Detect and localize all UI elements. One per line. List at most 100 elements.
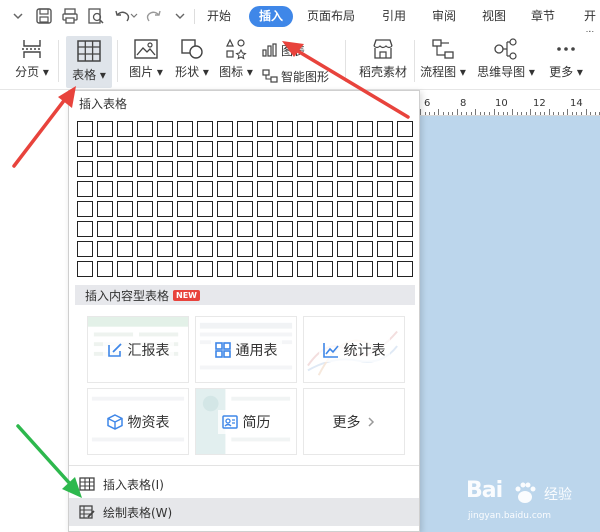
grid-cell[interactable] [337,161,353,177]
grid-cell[interactable] [157,141,173,157]
page-break-button[interactable]: 分页 ▾ [12,38,52,86]
grid-cell[interactable] [397,241,413,257]
grid-cell[interactable] [157,161,173,177]
tab-view[interactable]: 视图 [482,6,506,27]
grid-cell[interactable] [97,181,113,197]
grid-cell[interactable] [97,261,113,277]
grid-cell[interactable] [117,241,133,257]
grid-cell[interactable] [277,141,293,157]
horizontal-ruler[interactable]: 6 8 10 12 14 [420,96,600,116]
grid-cell[interactable] [177,141,193,157]
grid-cell[interactable] [397,261,413,277]
grid-cell[interactable] [217,261,233,277]
chart-button[interactable]: 图表 [262,40,305,60]
tab-review[interactable]: 审阅 [432,6,456,27]
grid-cell[interactable] [237,161,253,177]
grid-cell[interactable] [237,261,253,277]
grid-cell[interactable] [377,161,393,177]
grid-cell[interactable] [137,241,153,257]
grid-cell[interactable] [357,261,373,277]
grid-cell[interactable] [237,141,253,157]
grid-cell[interactable] [397,141,413,157]
grid-cell[interactable] [197,161,213,177]
grid-cell[interactable] [157,241,173,257]
grid-cell[interactable] [357,241,373,257]
tab-chapter[interactable]: 章节 [531,6,555,27]
grid-cell[interactable] [137,201,153,217]
grid-cell[interactable] [277,261,293,277]
grid-cell[interactable] [297,201,313,217]
grid-cell[interactable] [317,241,333,257]
grid-cell[interactable] [177,161,193,177]
grid-cell[interactable] [217,181,233,197]
insert-table-menu-item[interactable]: 插入表格(I) [69,470,419,498]
grid-cell[interactable] [217,221,233,237]
grid-cell[interactable] [337,121,353,137]
grid-cell[interactable] [117,161,133,177]
grid-cell[interactable] [77,261,93,277]
grid-cell[interactable] [337,141,353,157]
grid-cell[interactable] [197,121,213,137]
grid-cell[interactable] [357,141,373,157]
grid-cell[interactable] [217,201,233,217]
grid-cell[interactable] [117,201,133,217]
grid-cell[interactable] [137,181,153,197]
grid-cell[interactable] [217,241,233,257]
grid-cell[interactable] [217,141,233,157]
grid-cell[interactable] [77,241,93,257]
grid-cell[interactable] [337,261,353,277]
table-button[interactable]: 表格 ▾ [66,36,112,88]
template-more-button[interactable]: 更多 [303,388,405,455]
grid-cell[interactable] [177,201,193,217]
grid-cell[interactable] [337,241,353,257]
grid-cell[interactable] [117,181,133,197]
grid-cell[interactable] [97,241,113,257]
grid-cell[interactable] [257,181,273,197]
grid-cell[interactable] [317,261,333,277]
tab-references[interactable]: 引用 [382,6,406,27]
grid-cell[interactable] [77,221,93,237]
table-size-grid[interactable] [77,121,413,277]
draw-table-menu-item[interactable]: 绘制表格(W) [69,498,419,526]
template-report[interactable]: 汇报表 [87,316,189,383]
grid-cell[interactable] [337,221,353,237]
grid-cell[interactable] [117,261,133,277]
grid-cell[interactable] [317,221,333,237]
smart-art-button[interactable]: 智能图形 [262,66,329,86]
grid-cell[interactable] [237,241,253,257]
grid-cell[interactable] [297,221,313,237]
grid-cell[interactable] [297,121,313,137]
chevron-down-icon[interactable] [8,6,28,26]
template-material[interactable]: 物资表 [87,388,189,455]
mindmap-button[interactable]: 思维导图 ▾ [474,38,538,86]
more-button[interactable]: 更多 ▾ [544,38,588,86]
grid-cell[interactable] [77,181,93,197]
tab-page-layout[interactable]: 页面布局 [307,6,355,27]
grid-cell[interactable] [357,161,373,177]
icon-library-button[interactable]: 图标 ▾ [216,38,256,86]
document-page[interactable] [420,116,600,532]
grid-cell[interactable] [297,181,313,197]
materials-button[interactable]: 稻壳素材 [354,38,412,86]
grid-cell[interactable] [137,221,153,237]
grid-cell[interactable] [277,221,293,237]
grid-cell[interactable] [377,261,393,277]
grid-cell[interactable] [297,241,313,257]
grid-cell[interactable] [157,121,173,137]
picture-button[interactable]: 图片 ▾ [124,38,168,86]
tab-insert[interactable]: 插入 [249,6,294,27]
grid-cell[interactable] [237,201,253,217]
grid-cell[interactable] [257,241,273,257]
grid-cell[interactable] [97,221,113,237]
grid-cell[interactable] [317,121,333,137]
print-icon[interactable] [60,6,80,26]
grid-cell[interactable] [277,161,293,177]
grid-cell[interactable] [217,161,233,177]
grid-cell[interactable] [117,141,133,157]
grid-cell[interactable] [377,241,393,257]
print-preview-icon[interactable] [86,6,106,26]
grid-cell[interactable] [97,141,113,157]
grid-cell[interactable] [257,121,273,137]
grid-cell[interactable] [257,261,273,277]
grid-cell[interactable] [397,181,413,197]
